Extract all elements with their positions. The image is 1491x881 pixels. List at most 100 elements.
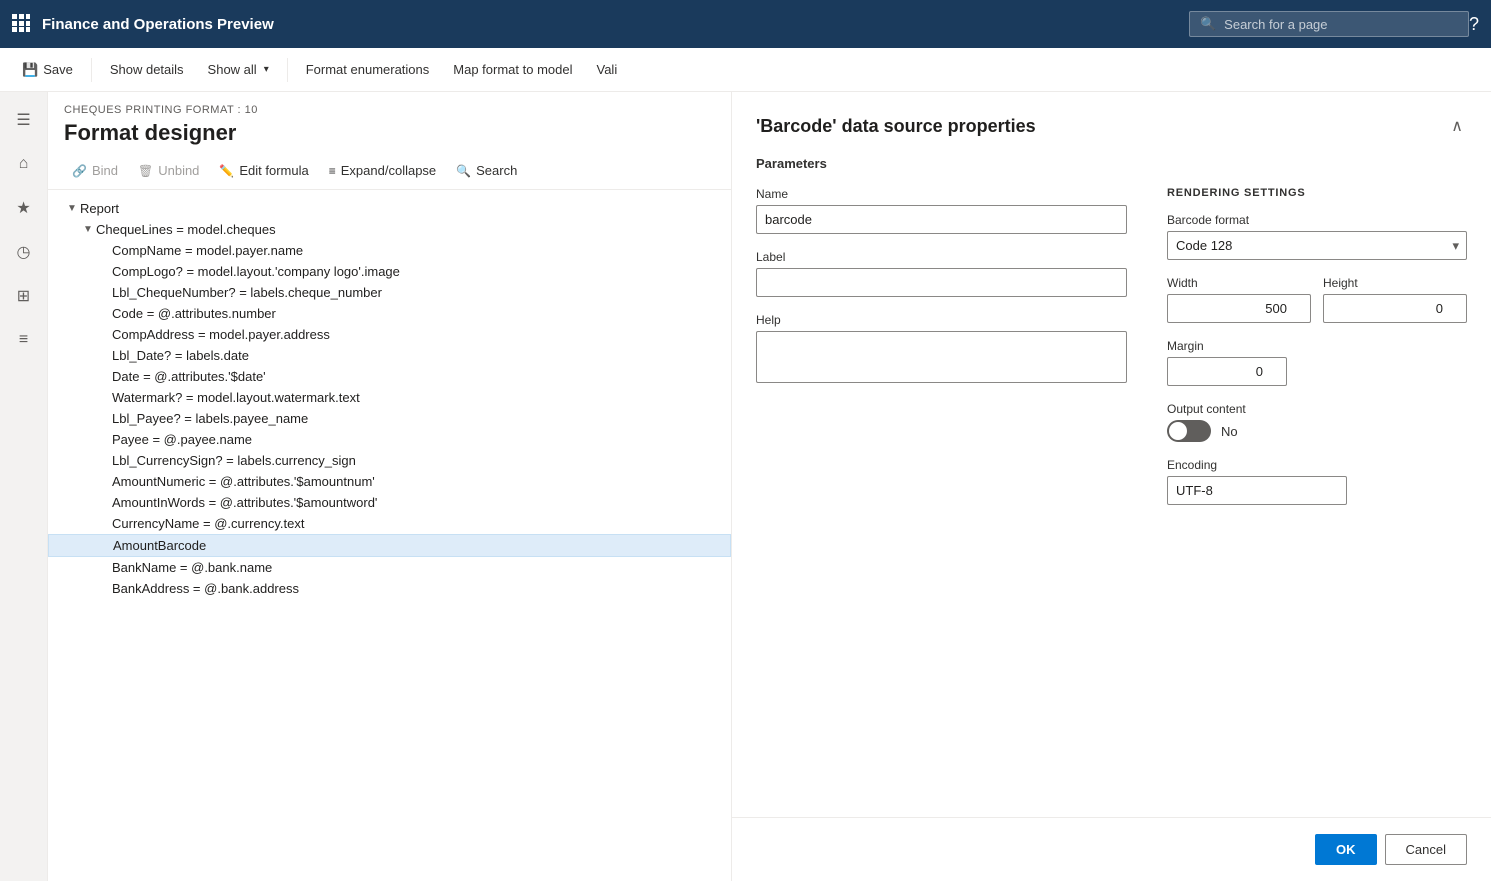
name-label: Name [756,187,1127,201]
tree-item-label: CompName = model.payer.name [112,243,723,258]
home-icon[interactable]: ⌂ [4,144,44,184]
tree-item[interactable]: CompName = model.payer.name [48,240,731,261]
toggle-knob [1169,422,1187,440]
breadcrumb-area: CHEQUES PRINTING FORMAT : 10 Format desi… [48,92,731,152]
tree-item[interactable]: CompLogo? = model.layout.'company logo'.… [48,261,731,282]
tree-item-label: Payee = @.payee.name [112,432,723,447]
width-input[interactable] [1167,294,1311,323]
tree-item-label: CompLogo? = model.layout.'company logo'.… [112,264,723,279]
label-label: Label [756,250,1127,264]
help-label: Help [756,313,1127,327]
params-left: Name Label Help [756,187,1127,521]
content-panel: CHEQUES PRINTING FORMAT : 10 Format desi… [48,92,731,881]
edit-formula-icon: ✏️ [219,164,234,178]
top-nav: Finance and Operations Preview 🔍 Search … [0,0,1491,48]
tree-item[interactable]: AmountNumeric = @.attributes.'$amountnum… [48,471,731,492]
barcode-format-group: Barcode format Code 128 QR Code Code 39 … [1167,213,1467,260]
tree-item-label: BankAddress = @.bank.address [112,581,723,596]
output-content-group: Output content No [1167,402,1467,442]
search-button[interactable]: 🔍 Search [448,158,525,183]
barcode-format-select[interactable]: Code 128 QR Code Code 39 EAN-13 PDF417 [1167,231,1467,260]
height-group: Height [1323,276,1467,323]
expand-collapse-button[interactable]: ≡ Expand/collapse [321,158,444,183]
tree-item[interactable]: CompAddress = model.payer.address [48,324,731,345]
app-title: Finance and Operations Preview [42,16,1189,33]
label-input[interactable] [756,268,1127,297]
tree-item[interactable]: BankAddress = @.bank.address [48,578,731,599]
margin-label: Margin [1167,339,1467,353]
search-bar[interactable]: 🔍 Search for a page [1189,11,1469,37]
help-textarea[interactable] [756,331,1127,383]
tree-item-label: AmountBarcode [113,538,722,553]
breadcrumb: CHEQUES PRINTING FORMAT : 10 [64,104,715,116]
params-right: RENDERING SETTINGS Barcode format Code 1… [1167,187,1467,521]
barcode-format-label: Barcode format [1167,213,1467,227]
tree-item[interactable]: ▼Report [48,198,731,219]
hamburger-icon[interactable]: ☰ [4,100,44,140]
name-input[interactable] [756,205,1127,234]
margin-group: Margin [1167,339,1467,386]
ok-button[interactable]: OK [1315,834,1377,865]
tree-item[interactable]: Lbl_CurrencySign? = labels.currency_sign [48,450,731,471]
height-label: Height [1323,276,1467,290]
tree-item-label: Lbl_CurrencySign? = labels.currency_sign [112,453,723,468]
tree-item-label: Lbl_Date? = labels.date [112,348,723,363]
encoding-input[interactable] [1167,476,1347,505]
tree-item[interactable]: Lbl_Payee? = labels.payee_name [48,408,731,429]
tree-item[interactable]: Payee = @.payee.name [48,429,731,450]
tree-item[interactable]: Lbl_Date? = labels.date [48,345,731,366]
tree-item[interactable]: AmountInWords = @.attributes.'$amountwor… [48,492,731,513]
bind-icon: 🔗 [72,164,87,178]
tree-item[interactable]: Date = @.attributes.'$date' [48,366,731,387]
width-height-group: Width Height [1167,276,1467,323]
tree-item-label: Date = @.attributes.'$date' [112,369,723,384]
output-content-label: Output content [1167,402,1467,416]
margin-input[interactable] [1167,357,1287,386]
show-details-button[interactable]: Show details [100,56,194,83]
unbind-button[interactable]: 🗑 Unbind [130,158,207,183]
rendering-settings-title: RENDERING SETTINGS [1167,187,1467,199]
tree-area: ▼Report▼ChequeLines = model.chequesCompN… [48,190,731,881]
tree-item[interactable]: CurrencyName = @.currency.text [48,513,731,534]
tree-item[interactable]: Lbl_ChequeNumber? = labels.cheque_number [48,282,731,303]
cancel-button[interactable]: Cancel [1385,834,1467,865]
name-group: Name [756,187,1127,234]
save-button[interactable]: 💾 Save [12,56,83,84]
workspaces-icon[interactable]: ⊞ [4,276,44,316]
tree-item[interactable]: BankName = @.bank.name [48,557,731,578]
vali-button[interactable]: Vali [587,56,628,83]
tree-toggle-icon: ▼ [64,203,80,214]
toolbar-separator-1 [91,58,92,82]
favorites-icon[interactable]: ★ [4,188,44,228]
output-content-toggle[interactable] [1167,420,1211,442]
tree-item-label: AmountNumeric = @.attributes.'$amountnum… [112,474,723,489]
grid-icon[interactable] [12,14,30,35]
tree-item[interactable]: Code = @.attributes.number [48,303,731,324]
tree-item-label: Lbl_ChequeNumber? = labels.cheque_number [112,285,723,300]
parameters-section-title: Parameters [756,156,1467,171]
tree-item[interactable]: AmountBarcode [48,534,731,557]
tree-item-label: Report [80,201,723,216]
encoding-group: Encoding [1167,458,1467,505]
sidebar-icons: ☰ ⌂ ★ ◷ ⊞ ≡ [0,92,48,881]
collapse-button[interactable]: ∧ [1447,112,1467,140]
tree-item-label: Lbl_Payee? = labels.payee_name [112,411,723,426]
map-format-to-model-button[interactable]: Map format to model [443,56,582,83]
tree-item[interactable]: ▼ChequeLines = model.cheques [48,219,731,240]
show-all-button[interactable]: Show all ▾ [198,56,279,83]
format-enumerations-button[interactable]: Format enumerations [296,56,440,83]
tree-item[interactable]: Watermark? = model.layout.watermark.text [48,387,731,408]
help-group: Help [756,313,1127,386]
list-icon[interactable]: ≡ [4,320,44,360]
tree-toggle-icon: ▼ [80,224,96,235]
tree-item-label: Code = @.attributes.number [112,306,723,321]
search-icon: 🔍 [1200,16,1216,32]
bind-button[interactable]: 🔗 Bind [64,158,126,183]
toolbar-separator-2 [287,58,288,82]
height-input[interactable] [1323,294,1467,323]
edit-formula-button[interactable]: ✏️ Edit formula [211,158,316,183]
recent-icon[interactable]: ◷ [4,232,44,272]
output-content-value: No [1221,424,1238,439]
width-group: Width [1167,276,1311,323]
help-icon[interactable]: ? [1469,14,1479,35]
